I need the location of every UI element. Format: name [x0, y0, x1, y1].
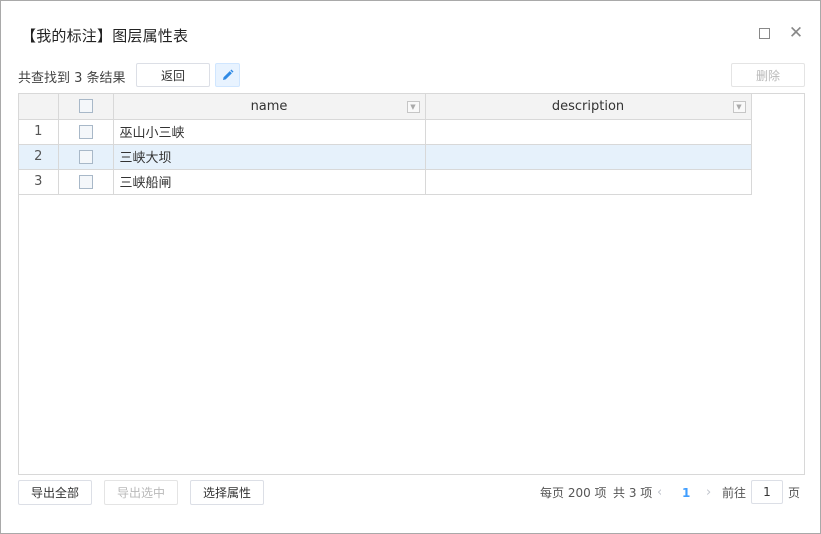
column-menu-icon[interactable]: ▼	[406, 101, 420, 113]
next-page-icon[interactable]: ›	[706, 480, 711, 505]
column-header-name-label: name	[250, 98, 288, 114]
row-number-header	[19, 94, 59, 120]
row-checkbox-cell	[57, 168, 114, 195]
attribute-grid: name ▼ description ▼ 1 巫山小三峡 2 三峡大坝 3 三峡…	[18, 93, 805, 475]
dialog-title: 【我的标注】图层属性表	[21, 27, 189, 45]
column-header-name[interactable]: name ▼	[112, 94, 426, 120]
row-checkbox-cell	[57, 143, 114, 170]
delete-button[interactable]: 删除	[731, 63, 805, 87]
row-checkbox-cell	[57, 118, 114, 145]
row-number: 1	[19, 118, 59, 145]
maximize-icon[interactable]	[754, 23, 774, 43]
row-checkbox[interactable]	[78, 124, 93, 139]
column-header-description[interactable]: description ▼	[424, 94, 752, 120]
page-unit-label: 页	[788, 486, 801, 500]
table-row[interactable]: 3 三峡船闸	[19, 168, 752, 195]
result-count-text: 共查找到 3 条结果	[18, 71, 126, 86]
table-row[interactable]: 2 三峡大坝	[19, 143, 752, 170]
name-cell[interactable]: 三峡大坝	[112, 143, 426, 170]
back-button[interactable]: 返回	[136, 63, 210, 87]
description-cell[interactable]	[424, 143, 752, 170]
attribute-table: name ▼ description ▼ 1 巫山小三峡 2 三峡大坝 3 三峡…	[19, 94, 752, 195]
current-page-number[interactable]: 1	[682, 480, 690, 505]
pencil-icon	[223, 69, 234, 80]
select-all-cell	[57, 94, 114, 120]
select-attributes-button[interactable]: 选择属性	[190, 480, 264, 505]
row-checkbox[interactable]	[78, 149, 93, 164]
table-row[interactable]: 1 巫山小三峡	[19, 118, 752, 145]
close-icon[interactable]: ✕	[786, 23, 806, 43]
goto-label: 前往	[722, 486, 747, 500]
row-number: 2	[19, 143, 59, 170]
column-header-description-label: description	[551, 98, 625, 114]
name-cell[interactable]: 巫山小三峡	[112, 118, 426, 145]
export-selected-button[interactable]: 导出选中	[104, 480, 178, 505]
name-cell[interactable]: 三峡船闸	[112, 168, 426, 195]
attribute-table-dialog: 【我的标注】图层属性表 ✕ 共查找到 3 条结果 返回 删除 name ▼ de…	[0, 0, 821, 534]
select-all-checkbox[interactable]	[78, 99, 93, 114]
edit-button[interactable]	[215, 63, 240, 87]
total-count-text: 共 3 项	[613, 486, 653, 500]
goto-page-input[interactable]	[751, 480, 783, 504]
prev-page-icon[interactable]: ‹	[657, 480, 662, 505]
page-size-text: 每页 200 项	[540, 486, 607, 500]
description-cell[interactable]	[424, 168, 752, 195]
row-number: 3	[19, 168, 59, 195]
export-all-button[interactable]: 导出全部	[18, 480, 92, 505]
row-checkbox[interactable]	[78, 174, 93, 189]
column-menu-icon[interactable]: ▼	[732, 101, 746, 113]
description-cell[interactable]	[424, 118, 752, 145]
